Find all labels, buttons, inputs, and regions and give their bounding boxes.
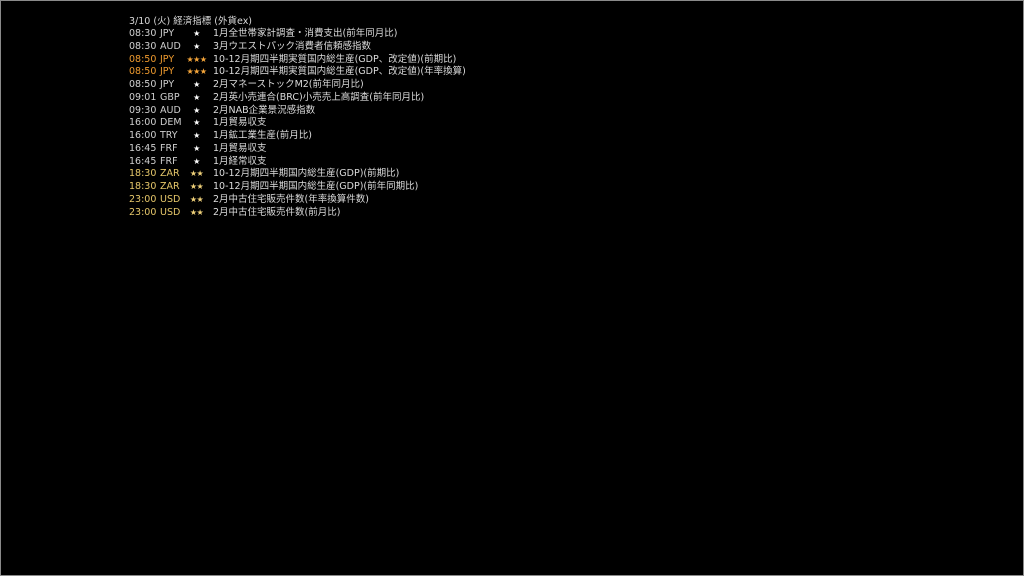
event-currency: FRF [160, 155, 178, 167]
event-title: 2月マネーストックM2(前年同月比) [213, 79, 364, 90]
event-row[interactable]: 08:30 JPY ★ 1月全世帯家計調査・消費支出(前年同月比) [129, 28, 466, 41]
event-row[interactable]: 09:30 AUD ★ 2月NAB企業景況感指数 [129, 105, 466, 118]
event-title: 10-12月期四半期実質国内総生産(GDP、改定値)(年率換算) [213, 66, 466, 78]
event-time: 18:30 [129, 168, 157, 180]
event-title: 2月NAB企業景況感指数 [213, 104, 316, 116]
event-currency: ZAR [160, 181, 180, 192]
event-currency: DEM [160, 117, 182, 129]
event-row[interactable]: 23:00 USD ★★ 2月中古住宅販売件数(年率換算件数) [129, 194, 466, 207]
event-time: 08:50 [129, 66, 157, 78]
event-row[interactable]: 16:00 TRY ★ 1月鉱工業生産(前月比) [129, 130, 466, 143]
importance-stars-icon: ★ [193, 131, 200, 140]
economic-calendar-panel: 3/10 (火) 経済指標 (外貨ex) 08:30 JPY ★ 1月全世帯家計調査・… [129, 15, 466, 219]
importance-stars-icon: ★★ [189, 169, 204, 179]
event-row[interactable]: 23:00 USD ★★ 2月中古住宅販売件数(前月比) [129, 207, 466, 220]
event-currency: FRF [160, 142, 178, 154]
importance-stars-icon: ★ [193, 156, 200, 166]
event-title: 1月鉱工業生産(前月比) [213, 130, 312, 141]
event-currency: JPY [160, 53, 175, 65]
event-title: 1月貿易収支 [213, 142, 267, 154]
event-row[interactable]: 18:30 ZAR ★★ 10-12月期四半期国内総生産(GDP)(前年同期比) [129, 181, 466, 194]
event-row[interactable]: 08:50 JPY ★★★ 10-12月期四半期実質国内総生産(GDP、改定値)(前期… [129, 54, 466, 67]
event-row[interactable]: 16:45 FRF ★ 1月経常収支 [129, 156, 466, 169]
event-row[interactable]: 09:01 GBP ★ 2月英小売連合(BRC)小売売上高調査(前年同月比) [129, 92, 466, 105]
importance-stars-icon: ★ [193, 41, 200, 51]
event-title: 10-12月期四半期実質国内総生産(GDP、改定値)(前期比) [213, 53, 457, 65]
importance-stars-icon: ★★ [189, 207, 204, 217]
event-time: 16:45 [129, 142, 157, 154]
event-currency: USD [160, 206, 181, 218]
event-title: 2月英小売連合(BRC)小売売上高調査(前年同月比) [213, 91, 425, 103]
event-time: 08:30 [129, 40, 157, 52]
event-currency: GBP [160, 91, 180, 103]
event-currency: USD [160, 193, 181, 205]
event-row[interactable]: 08:50 JPY ★★★ 10-12月期四半期実質国内総生産(GDP、改定値)(年率… [129, 66, 466, 79]
event-row[interactable]: 18:30 ZAR ★★ 10-12月期四半期国内総生産(GDP)(前期比) [129, 168, 466, 181]
importance-stars-icon: ★ [193, 29, 200, 38]
event-time: 08:50 [129, 79, 157, 90]
event-currency: JPY [160, 66, 175, 78]
event-title: 10-12月期四半期国内総生産(GDP)(前期比) [213, 168, 400, 180]
event-title: 1月経常収支 [213, 155, 267, 167]
importance-stars-icon: ★★★ [186, 54, 207, 64]
event-row[interactable]: 16:00 DEM ★ 1月貿易収支 [129, 117, 466, 130]
importance-stars-icon: ★ [193, 92, 200, 102]
event-row[interactable]: 08:30 AUD ★ 3月ウエストパック消費者信頼感指数 [129, 41, 466, 54]
event-title: 10-12月期四半期国内総生産(GDP)(前年同期比) [213, 181, 419, 192]
calendar-window: 3/10 (火) 経済指標 (外貨ex) 08:30 JPY ★ 1月全世帯家計調査・… [0, 0, 1024, 576]
event-time: 18:30 [129, 181, 157, 192]
event-title: 1月貿易収支 [213, 117, 267, 129]
event-currency: JPY [160, 79, 175, 90]
event-title: 3月ウエストパック消費者信頼感指数 [213, 40, 372, 52]
event-time: 09:30 [129, 104, 157, 116]
event-title: 2月中古住宅販売件数(年率換算件数) [213, 193, 369, 205]
event-row[interactable]: 08:50 JPY ★ 2月マネーストックM2(前年同月比) [129, 79, 466, 92]
event-row[interactable]: 16:45 FRF ★ 1月貿易収支 [129, 143, 466, 156]
event-currency: JPY [160, 28, 175, 39]
event-currency: TRY [160, 130, 178, 141]
event-time: 16:00 [129, 117, 157, 129]
event-time: 08:30 [129, 28, 157, 39]
event-time: 23:00 [129, 193, 157, 205]
importance-stars-icon: ★★★ [186, 67, 207, 77]
event-time: 23:00 [129, 206, 157, 218]
event-list: 08:30 JPY ★ 1月全世帯家計調査・消費支出(前年同月比) 08:30 AUD ★ 3… [129, 28, 466, 219]
event-currency: AUD [160, 40, 181, 52]
event-time: 16:00 [129, 130, 157, 141]
event-time: 08:50 [129, 53, 157, 65]
calendar-header: 3/10 (火) 経済指標 (外貨ex) [129, 16, 253, 27]
event-title: 2月中古住宅販売件数(前月比) [213, 206, 341, 218]
importance-stars-icon: ★ [193, 80, 200, 89]
event-currency: ZAR [160, 168, 180, 180]
event-title: 1月全世帯家計調査・消費支出(前年同月比) [213, 28, 398, 39]
importance-stars-icon: ★ [193, 105, 200, 115]
event-time: 09:01 [129, 91, 157, 103]
event-currency: AUD [160, 104, 181, 116]
importance-stars-icon: ★ [193, 118, 200, 128]
event-time: 16:45 [129, 155, 157, 167]
importance-stars-icon: ★★ [189, 194, 204, 204]
importance-stars-icon: ★ [193, 143, 200, 153]
importance-stars-icon: ★★ [189, 182, 204, 191]
